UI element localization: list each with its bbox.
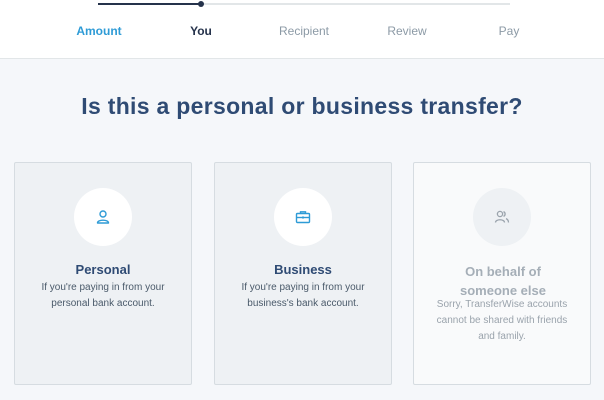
step-amount[interactable]: Amount xyxy=(76,24,121,38)
page-title: Is this a personal or business transfer? xyxy=(81,93,523,119)
business-option-description: If you're paying in from your business's… xyxy=(241,282,365,309)
step-pay: Pay xyxy=(498,24,520,38)
on-behalf-option-title: On behalf of someone else xyxy=(460,264,546,298)
people-icon xyxy=(494,210,510,223)
progress-track xyxy=(98,1,510,7)
progress-header: Amount You Recipient Review Pay xyxy=(0,0,604,59)
on-behalf-option-description: Sorry, TransferWise accounts cannot be s… xyxy=(436,299,568,342)
on-behalf-icon-circle xyxy=(473,188,531,246)
personal-icon-circle xyxy=(74,188,132,246)
personal-option-description: If you're paying in from your personal b… xyxy=(41,282,165,309)
step-review: Review xyxy=(387,24,427,38)
progress-marker xyxy=(198,1,204,7)
step-you: You xyxy=(190,24,212,38)
business-option-card[interactable]: Business If you're paying in from your b… xyxy=(214,162,392,385)
step-recipient: Recipient xyxy=(278,24,330,38)
business-option-title: Business xyxy=(274,262,332,277)
personal-option-card[interactable]: Personal If you're paying in from your p… xyxy=(14,162,192,385)
progress-fill xyxy=(98,3,201,5)
on-behalf-option-card: On behalf of someone else Sorry, Transfe… xyxy=(413,162,591,385)
briefcase-icon xyxy=(295,211,311,224)
business-icon-circle xyxy=(274,188,332,246)
personal-option-title: Personal xyxy=(75,262,131,277)
person-icon xyxy=(96,210,110,224)
